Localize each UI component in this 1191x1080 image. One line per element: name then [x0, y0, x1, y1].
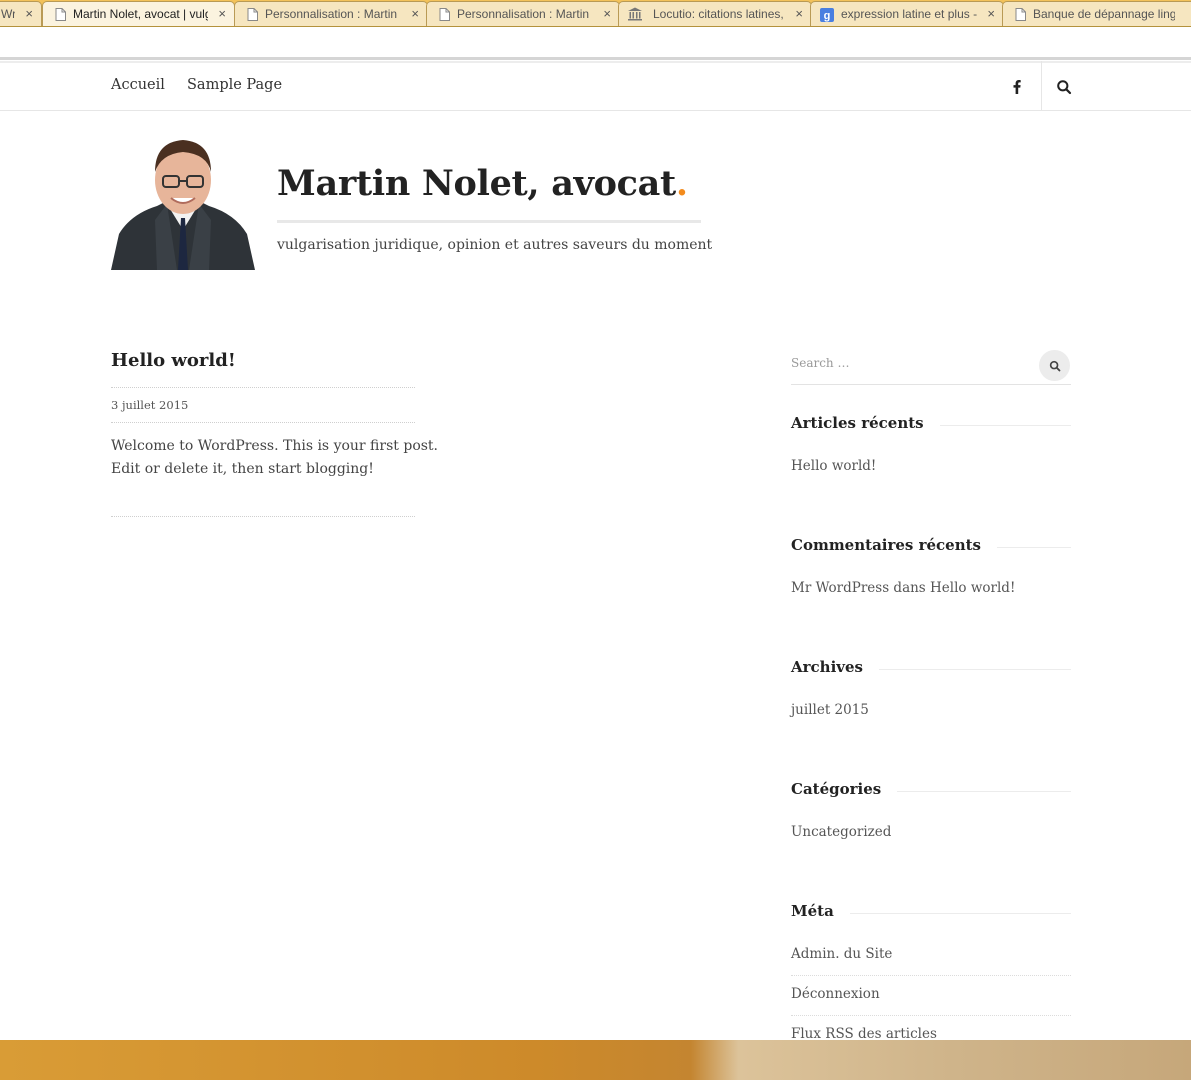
category-link[interactable]: Uncategorized [791, 824, 891, 840]
post-date[interactable]: 3 juillet 2015 [111, 398, 188, 412]
site-title-text: Martin Nolet, avocat [277, 163, 676, 204]
meta-link-admin[interactable]: Admin. du Site [791, 946, 892, 962]
footer-band [0, 1040, 1191, 1080]
page-icon [438, 7, 450, 21]
close-icon[interactable]: × [25, 6, 33, 22]
meta-divider [791, 975, 1071, 976]
close-icon[interactable]: × [218, 6, 226, 22]
widget-title-recent-comments: Commentaires récents [791, 536, 997, 554]
site-tagline: vulgarisation juridique, opinion et autr… [277, 237, 713, 253]
browser-tab[interactable]: Writ × [0, 1, 42, 26]
tab-title: Martin Nolet, avocat | vulgarisation jur… [73, 7, 208, 21]
search-icon[interactable] [1056, 79, 1072, 95]
close-icon[interactable]: × [411, 6, 419, 22]
browser-tab[interactable]: Personnalisation : Martin Nolet × [426, 1, 620, 26]
facebook-icon[interactable] [1009, 79, 1025, 95]
page-icon [54, 7, 66, 21]
post-divider [111, 422, 415, 423]
post-excerpt-line: Welcome to WordPress. This is your first… [111, 438, 439, 454]
tab-title: Personnalisation : Martin Nolet [265, 7, 401, 21]
search-icon [1049, 360, 1060, 371]
browser-tab[interactable]: Personnalisation : Martin Nolet × [234, 1, 428, 26]
browser-tab[interactable]: Locutio: citations latines, expressions … [618, 1, 812, 26]
widget-title-recent-posts: Articles récents [791, 414, 940, 432]
site-title[interactable]: Martin Nolet, avocat. [277, 163, 688, 204]
meta-divider [791, 1015, 1071, 1016]
post-divider [111, 516, 415, 517]
post-divider [111, 387, 415, 388]
tab-title: Locutio: citations latines, expressions [653, 7, 785, 21]
sidebar-search [791, 349, 1071, 385]
close-icon[interactable]: × [603, 6, 611, 22]
google-icon: g [820, 8, 834, 22]
svg-text:g: g [824, 10, 831, 22]
temple-icon [627, 7, 643, 21]
page-icon [246, 7, 258, 21]
tab-title: Banque de dépannage linguistique [1033, 7, 1175, 21]
browser-tab[interactable]: Banque de dépannage linguistique [1002, 1, 1191, 26]
search-input[interactable] [791, 352, 1031, 374]
browser-tab[interactable]: g expression latine et plus - Recherche … [810, 1, 1004, 26]
nav-divider [1041, 61, 1042, 111]
nav-item-sample-page[interactable]: Sample Page [187, 77, 282, 93]
nav-item-accueil[interactable]: Accueil [111, 77, 165, 93]
browser-toolbar [0, 27, 1191, 63]
browser-tab-strip: Writ × Martin Nolet, avocat | vulgarisat… [0, 0, 1191, 27]
title-underline [277, 220, 701, 223]
widget-title-categories: Catégories [791, 780, 898, 798]
post-title[interactable]: Hello world! [111, 350, 236, 371]
widget-title-archives: Archives [791, 658, 879, 676]
close-icon[interactable]: × [987, 6, 995, 22]
avatar [111, 134, 255, 270]
post-excerpt-line: Edit or delete it, then start blogging! [111, 461, 374, 477]
archive-link[interactable]: juillet 2015 [791, 702, 869, 718]
site-navigation: Accueil Sample Page [0, 61, 1191, 111]
tab-title: expression latine et plus - Recherche [841, 7, 977, 21]
recent-post-link[interactable]: Hello world! [791, 458, 876, 474]
tab-title: Writ [1, 7, 15, 21]
recent-comment-link[interactable]: Mr WordPress dans Hello world! [791, 580, 1015, 596]
tab-title: Personnalisation : Martin Nolet [457, 7, 593, 21]
browser-tab-active[interactable]: Martin Nolet, avocat | vulgarisation jur… [42, 1, 235, 26]
meta-link-logout[interactable]: Déconnexion [791, 986, 880, 1002]
page-icon [1014, 7, 1026, 21]
close-icon[interactable]: × [795, 6, 803, 22]
site-title-dot: . [675, 163, 688, 204]
search-button[interactable] [1039, 350, 1070, 381]
widget-title-meta: Méta [791, 902, 850, 920]
